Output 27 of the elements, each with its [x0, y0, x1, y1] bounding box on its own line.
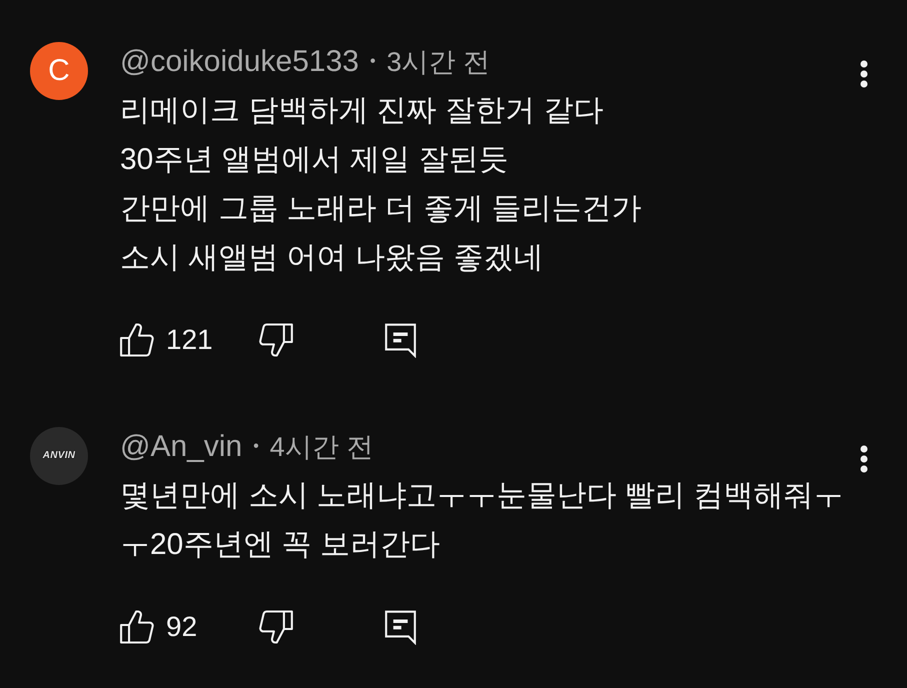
dislike-button[interactable] — [259, 610, 293, 644]
thumbs-down-icon — [259, 610, 293, 644]
comment-text: 몇년만에 소시 노래냐고ㅜㅜ눈물난다 빨리 컴백해줘ㅜ ㅜ20주년엔 꼭 보러간다 — [120, 478, 844, 563]
comment-icon — [385, 610, 416, 644]
reply-button[interactable] — [385, 322, 416, 358]
avatar-logo-text: ANVIN — [42, 451, 76, 461]
more-icon — [860, 60, 868, 88]
thumbs-down-icon — [259, 323, 293, 357]
thumbs-up-icon — [120, 323, 154, 357]
like-button[interactable]: 92 — [120, 610, 198, 644]
separator-dot: • — [253, 438, 259, 456]
more-icon — [860, 445, 868, 473]
separator-dot: • — [370, 53, 376, 71]
comment-icon — [385, 322, 416, 358]
like-button[interactable]: 121 — [120, 323, 213, 357]
reply-button[interactable] — [385, 610, 416, 644]
thumbs-up-icon — [120, 610, 154, 644]
more-options-button[interactable] — [860, 60, 868, 88]
more-options-button[interactable] — [860, 445, 868, 473]
comment-text: 리메이크 담백하게 진짜 잘한거 같다 30주년 앨범에서 제일 잘된듯 간만에 그룹 노래라 더 좋게 들리는건가 소시 새앨범 어여 나왔음 좋겠네 — [120, 93, 643, 276]
comment-time: 3시간 전 — [386, 46, 490, 79]
author-name[interactable]: @coikoiduke5133 — [120, 45, 359, 79]
author-name[interactable]: @An_vin — [120, 430, 242, 464]
dislike-button[interactable] — [259, 323, 293, 357]
user-avatar[interactable]: ANVIN — [30, 427, 88, 485]
avatar-letter: C — [48, 56, 70, 86]
comment-time: 4시간 전 — [270, 431, 374, 464]
